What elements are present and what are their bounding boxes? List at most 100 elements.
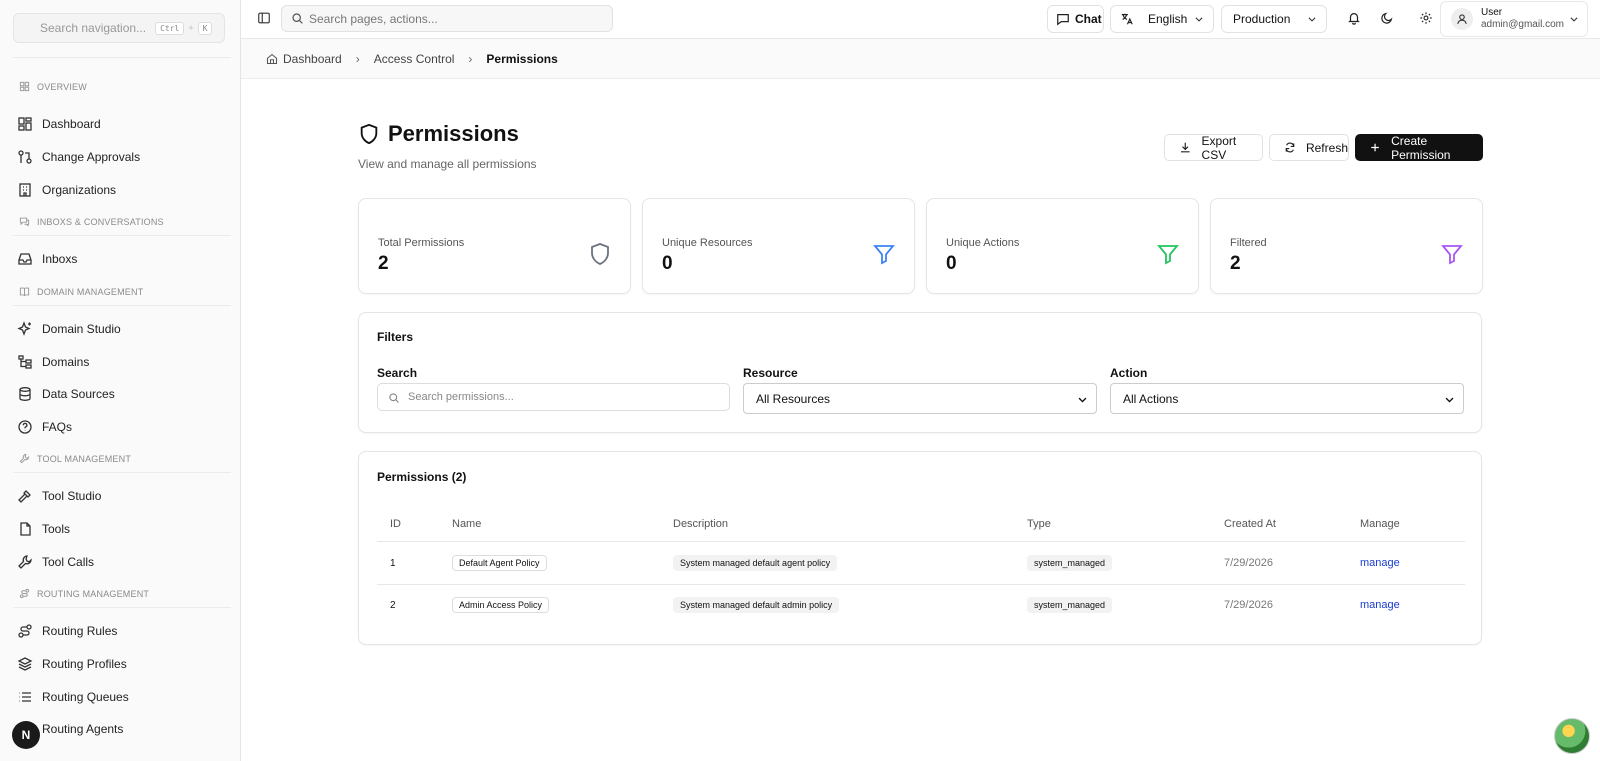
sidebar-item-domain-studio[interactable]: Domain Studio (17, 321, 121, 337)
sidebar-divider (13, 472, 231, 473)
home-icon (266, 53, 278, 64)
export-csv-label: Export CSV (1201, 133, 1237, 162)
sidebar-item-tools[interactable]: Tools (17, 521, 70, 537)
stat-card-resources: Unique Resources 0 (642, 198, 915, 294)
avatar (1451, 8, 1473, 30)
manage-link[interactable]: manage (1360, 599, 1400, 611)
route-icon (18, 624, 32, 638)
sidebar-toggle-icon[interactable] (257, 11, 271, 25)
chevron-down-icon (1078, 397, 1087, 403)
section-label: OVERVIEW (37, 81, 87, 92)
cell-created-at: 7/29/2026 (1224, 599, 1273, 611)
resource-label: Resource (743, 366, 798, 380)
sidebar-divider (13, 57, 231, 58)
permissions-table-card: Permissions (2) ID Name Description Type… (358, 451, 1482, 645)
document-icon (20, 522, 31, 536)
stat-value: 0 (946, 253, 957, 274)
settings-icon[interactable] (1419, 11, 1433, 25)
topbar: Search pages, actions... Chat English Pr… (241, 0, 1600, 39)
type-badge: system_managed (1027, 555, 1113, 571)
sidebar-item-tool-studio[interactable]: Tool Studio (17, 488, 101, 504)
sidebar-item-label: Dashboard (42, 117, 101, 131)
action-select[interactable]: All Actions (1110, 383, 1464, 414)
shield-icon (360, 123, 378, 145)
description-badge: System managed default admin policy (673, 597, 840, 613)
chevron-right-icon: › (468, 51, 473, 66)
column-header-description: Description (673, 518, 729, 530)
permission-search-input[interactable]: Search permissions... (377, 383, 730, 411)
resource-select[interactable]: All Resources (743, 383, 1097, 414)
manage-link[interactable]: manage (1360, 557, 1400, 569)
breadcrumb: Dashboard › Access Control › Permissions (241, 39, 1600, 79)
sidebar-item-faqs[interactable]: FAQs (17, 419, 72, 435)
sidebar-item-data-sources[interactable]: Data Sources (17, 386, 115, 402)
page-title-text: Permissions (388, 121, 519, 146)
shortcut-key-ctrl: Ctrl (155, 21, 185, 35)
moon-icon[interactable] (1380, 11, 1394, 25)
sidebar-item-dashboard[interactable]: Dashboard (17, 116, 101, 132)
refresh-button[interactable]: Refresh (1269, 134, 1349, 161)
refresh-label: Refresh (1305, 140, 1348, 155)
sidebar-item-label: Domains (42, 355, 90, 369)
user-icon (1457, 14, 1467, 24)
sidebar-item-inboxes[interactable]: Inboxs (17, 251, 77, 267)
sidebar-item-tool-calls[interactable]: Tool Calls (17, 554, 94, 570)
bell-icon[interactable] (1347, 11, 1361, 25)
sidebar-item-label: Inboxs (42, 252, 78, 266)
global-search-placeholder: Search pages, actions... (309, 11, 438, 26)
user-name: User (1481, 7, 1503, 18)
sidebar-item-label: Organizations (42, 183, 117, 197)
floating-assistant-avatar[interactable] (1554, 718, 1590, 754)
plus-icon (1371, 143, 1379, 152)
hierarchy-icon (18, 355, 32, 369)
stat-label: Total Permissions (378, 237, 465, 249)
section-overview: OVERVIEW (19, 81, 87, 92)
filter-icon (1441, 245, 1463, 265)
environment-select[interactable]: Production (1221, 5, 1327, 33)
sidebar-item-label: Routing Agents (42, 722, 124, 736)
user-info: User admin@gmail.com (1481, 7, 1564, 31)
chevron-down-icon (1570, 17, 1578, 22)
resource-select-value: All Resources (756, 391, 831, 406)
next-dev-badge[interactable]: N (12, 721, 40, 749)
language-select[interactable]: English (1110, 5, 1214, 33)
search-placeholder: Search permissions... (408, 391, 514, 403)
sidebar-item-routing-queues[interactable]: Routing Queues (17, 689, 129, 705)
user-menu[interactable]: User admin@gmail.com (1440, 1, 1588, 37)
column-header-type: Type (1027, 518, 1051, 530)
stat-label: Unique Resources (662, 237, 753, 249)
cell-id: 2 (390, 600, 396, 611)
table-title: Permissions (2) (377, 470, 467, 484)
create-permission-button[interactable]: Create Permission (1355, 133, 1483, 162)
policy-name-badge: Admin Access Policy (452, 597, 550, 613)
breadcrumb-dashboard[interactable]: Dashboard (283, 52, 342, 66)
breadcrumb-current: Permissions (486, 51, 558, 66)
export-csv-button[interactable]: Export CSV (1164, 133, 1263, 162)
sidebar-item-domains[interactable]: Domains (17, 354, 89, 370)
stat-card-filtered: Filtered 2 (1210, 198, 1483, 294)
route-icon (19, 588, 30, 599)
sidebar-item-organizations[interactable]: Organizations (17, 182, 116, 198)
stat-value: 0 (662, 253, 673, 274)
refresh-icon (1285, 142, 1295, 153)
chat-bubbles-icon (19, 217, 30, 227)
filter-icon (1157, 245, 1179, 265)
list-icon (19, 692, 31, 702)
sidebar-item-routing-rules[interactable]: Routing Rules (17, 623, 117, 639)
global-search-input[interactable]: Search pages, actions... (281, 5, 613, 32)
shield-icon (591, 243, 609, 265)
cell-created-at: 7/29/2026 (1224, 557, 1273, 569)
sidebar-item-change-approvals[interactable]: Change Approvals (17, 149, 140, 165)
breadcrumb-access-control[interactable]: Access Control (374, 52, 455, 66)
stat-label: Filtered (1230, 237, 1267, 249)
sidebar-search-input[interactable]: Search navigation... Ctrl + K (13, 13, 225, 43)
chevron-down-icon (1195, 17, 1203, 22)
sidebar-search-placeholder: Search navigation... (40, 21, 147, 35)
cell-id: 1 (390, 558, 396, 569)
sidebar-item-routing-profiles[interactable]: Routing Profiles (17, 656, 127, 672)
create-permission-label: Create Permission (1391, 133, 1451, 162)
section-label: INBOXS & CONVERSATIONS (37, 216, 164, 227)
filters-title: Filters (377, 330, 414, 344)
sidebar-divider (13, 305, 231, 306)
chat-button[interactable]: Chat (1047, 5, 1104, 33)
